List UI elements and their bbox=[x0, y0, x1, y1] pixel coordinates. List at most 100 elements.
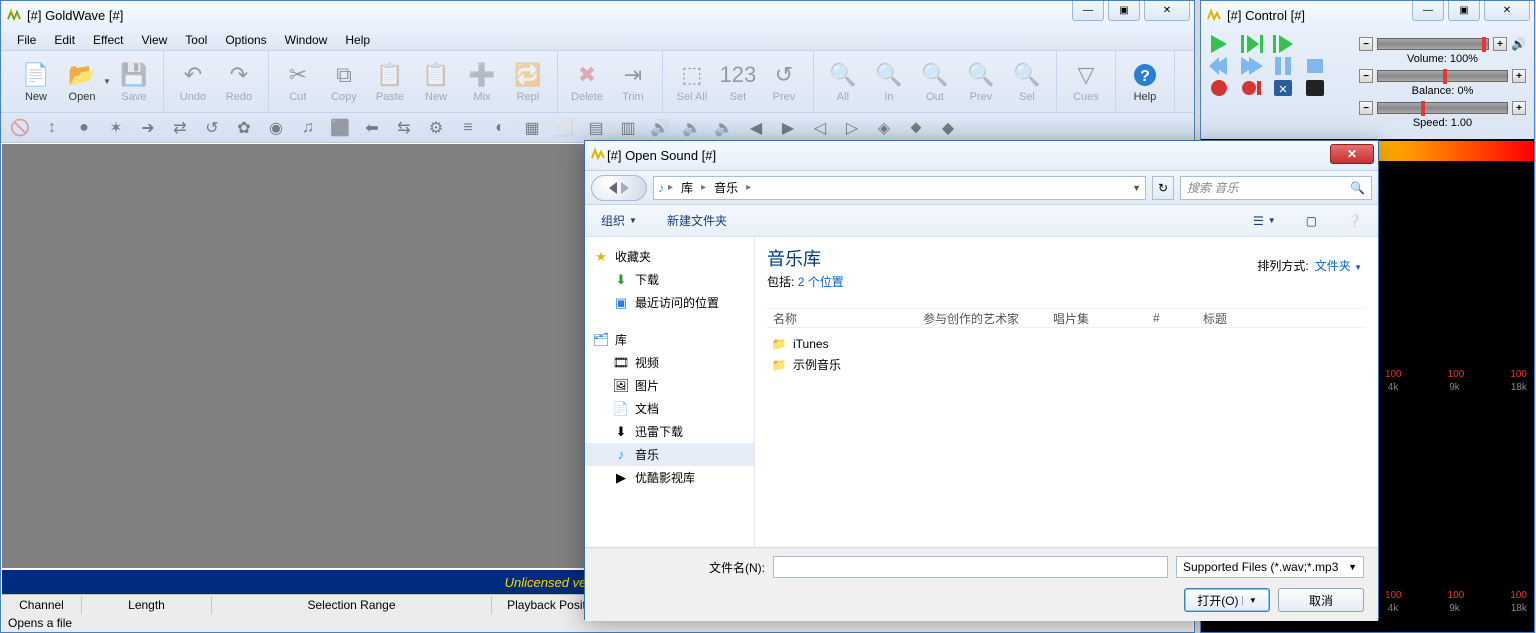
volume-dec[interactable]: − bbox=[1359, 37, 1373, 51]
nav-music[interactable]: ♪音乐 bbox=[585, 443, 754, 466]
nav-xunlei[interactable]: ⬇迅雷下载 bbox=[585, 420, 754, 443]
col-title[interactable]: 标题 bbox=[1197, 310, 1277, 327]
menu-effect[interactable]: Effect bbox=[85, 31, 131, 49]
maximize-button[interactable]: ▣ bbox=[1108, 1, 1140, 21]
dialog-help-button[interactable]: ❔ bbox=[1341, 210, 1368, 232]
stop-icon[interactable] bbox=[1305, 57, 1327, 75]
breadcrumb[interactable]: ♪ ▸ 库 ▸ 音乐 ▸ ▼ bbox=[653, 176, 1146, 200]
control-titlebar: [#] Control [#] — ▣ ✕ bbox=[1201, 1, 1534, 29]
svg-text:✕: ✕ bbox=[1278, 84, 1287, 96]
fx-icon: ◁ bbox=[807, 117, 833, 139]
filename-input[interactable] bbox=[773, 556, 1168, 578]
open-button[interactable]: 打开(O) ▼ bbox=[1184, 588, 1270, 612]
control-close-button[interactable]: ✕ bbox=[1484, 1, 1530, 21]
balance-label: Balance: 0% bbox=[1359, 85, 1526, 97]
organize-button[interactable]: 组织▼ bbox=[595, 208, 643, 233]
dialog-close-button[interactable]: ✕ bbox=[1330, 144, 1374, 164]
menu-tool[interactable]: Tool bbox=[177, 31, 215, 49]
preview-button[interactable]: ▢ bbox=[1300, 210, 1323, 232]
list-item[interactable]: 📁示例音乐 bbox=[767, 354, 1366, 375]
includes-link[interactable]: 2 个位置 bbox=[798, 275, 844, 289]
delete-icon: ✖ bbox=[573, 61, 601, 89]
nav-pane[interactable]: ★收藏夹 ⬇下载 ▣最近访问的位置 🗂库 🎞视频 🖼图片 📄文档 ⬇迅雷下载 ♪… bbox=[585, 237, 755, 547]
menu-edit[interactable]: Edit bbox=[46, 31, 83, 49]
col-artist[interactable]: 参与创作的艺术家 bbox=[917, 310, 1047, 327]
crumb-root[interactable]: 库 bbox=[677, 179, 697, 196]
nav-libraries[interactable]: 🗂库 bbox=[585, 328, 754, 351]
sort-link[interactable]: 文件夹 ▼ bbox=[1315, 257, 1362, 274]
record-pause-icon[interactable] bbox=[1241, 79, 1263, 97]
open-dropdown-icon[interactable]: ▼ bbox=[103, 77, 111, 86]
balance-slider-row: − + bbox=[1359, 67, 1526, 85]
fx-icon: ⬥ bbox=[903, 117, 929, 139]
filetype-combo[interactable]: Supported Files (*.wav;*.mp3 ▼ bbox=[1176, 556, 1364, 578]
speed-inc[interactable]: + bbox=[1512, 101, 1526, 115]
dialog-app-icon bbox=[591, 146, 607, 165]
settings-icon[interactable]: ✕ bbox=[1273, 79, 1295, 97]
pause-icon[interactable] bbox=[1273, 57, 1295, 75]
dialog-footer: 文件名(N): Supported Files (*.wav;*.mp3 ▼ 打… bbox=[585, 547, 1378, 621]
menu-file[interactable]: File bbox=[9, 31, 44, 49]
nav-downloads[interactable]: ⬇下载 bbox=[585, 268, 754, 291]
control-maximize-button[interactable]: ▣ bbox=[1448, 1, 1480, 21]
fx-icon: ↺ bbox=[199, 117, 225, 139]
recent-icon: ▣ bbox=[613, 295, 629, 311]
tool-new[interactable]: 📄New bbox=[13, 54, 59, 110]
control-minimize-button[interactable]: — bbox=[1412, 1, 1444, 21]
refresh-button[interactable]: ↻ bbox=[1152, 176, 1174, 200]
prev-icon: ↺ bbox=[770, 61, 798, 89]
col-name[interactable]: 名称 bbox=[767, 310, 917, 327]
tool-trim: ⇥Trim bbox=[610, 54, 656, 110]
monitor-icon[interactable] bbox=[1305, 79, 1327, 97]
rewind-icon[interactable] bbox=[1209, 57, 1231, 75]
newfolder-button[interactable]: 新建文件夹 bbox=[661, 208, 733, 233]
nav-pictures[interactable]: 🖼图片 bbox=[585, 374, 754, 397]
col-num[interactable]: # bbox=[1147, 311, 1197, 325]
document-icon: 📄 bbox=[613, 401, 629, 417]
menu-help[interactable]: Help bbox=[337, 31, 378, 49]
speed-dec[interactable]: − bbox=[1359, 101, 1373, 115]
nav-youku[interactable]: ▶优酷影视库 bbox=[585, 466, 754, 489]
breadcrumb-dropdown-icon[interactable]: ▼ bbox=[1132, 183, 1141, 193]
cancel-button[interactable]: 取消 bbox=[1278, 588, 1364, 612]
fx-icon: ⇄ bbox=[167, 117, 193, 139]
menu-options[interactable]: Options bbox=[217, 31, 274, 49]
nav-back-forward[interactable] bbox=[591, 175, 647, 201]
tool-set: 123Set bbox=[715, 54, 761, 110]
nav-documents[interactable]: 📄文档 bbox=[585, 397, 754, 420]
forward-icon[interactable] bbox=[1241, 57, 1263, 75]
app-icon bbox=[7, 7, 23, 23]
tool-zoomprev: 🔍Prev bbox=[958, 54, 1004, 110]
speed-slider[interactable] bbox=[1377, 102, 1508, 114]
balance-slider[interactable] bbox=[1377, 70, 1508, 82]
nav-recent[interactable]: ▣最近访问的位置 bbox=[585, 291, 754, 314]
volume-inc[interactable]: + bbox=[1493, 37, 1507, 51]
status-selrange: Selection Range bbox=[212, 596, 492, 614]
tool-help[interactable]: ?Help bbox=[1122, 54, 1168, 110]
view-button[interactable]: ☰ ▼ bbox=[1247, 210, 1282, 232]
volume-slider[interactable] bbox=[1377, 38, 1489, 50]
minimize-button[interactable]: — bbox=[1072, 1, 1104, 21]
list-item[interactable]: 📁iTunes bbox=[767, 334, 1366, 354]
play-selection-icon[interactable] bbox=[1241, 35, 1263, 53]
nav-favorites[interactable]: ★收藏夹 bbox=[585, 245, 754, 268]
col-album[interactable]: 唱片集 bbox=[1047, 310, 1147, 327]
play-icon[interactable] bbox=[1209, 35, 1231, 53]
record-icon[interactable] bbox=[1209, 79, 1231, 97]
close-button[interactable]: ✕ bbox=[1144, 1, 1190, 21]
menu-view[interactable]: View bbox=[134, 31, 176, 49]
balance-inc[interactable]: + bbox=[1512, 69, 1526, 83]
tool-open[interactable]: 📂Open bbox=[59, 54, 105, 110]
search-input[interactable]: 搜索 音乐 🔍 bbox=[1180, 176, 1372, 200]
balance-dec[interactable]: − bbox=[1359, 69, 1373, 83]
speed-slider-row: − + bbox=[1359, 99, 1526, 117]
search-icon: 🔍 bbox=[1350, 181, 1365, 195]
tool-prev: ↺Prev bbox=[761, 54, 807, 110]
open-icon: 📂 bbox=[68, 61, 96, 89]
tool-zoomin: 🔍In bbox=[866, 54, 912, 110]
nav-videos[interactable]: 🎞视频 bbox=[585, 351, 754, 374]
menu-window[interactable]: Window bbox=[277, 31, 336, 49]
forward-icon bbox=[621, 182, 629, 194]
play-loop-icon[interactable] bbox=[1273, 35, 1295, 53]
crumb-current[interactable]: 音乐 bbox=[710, 179, 742, 196]
